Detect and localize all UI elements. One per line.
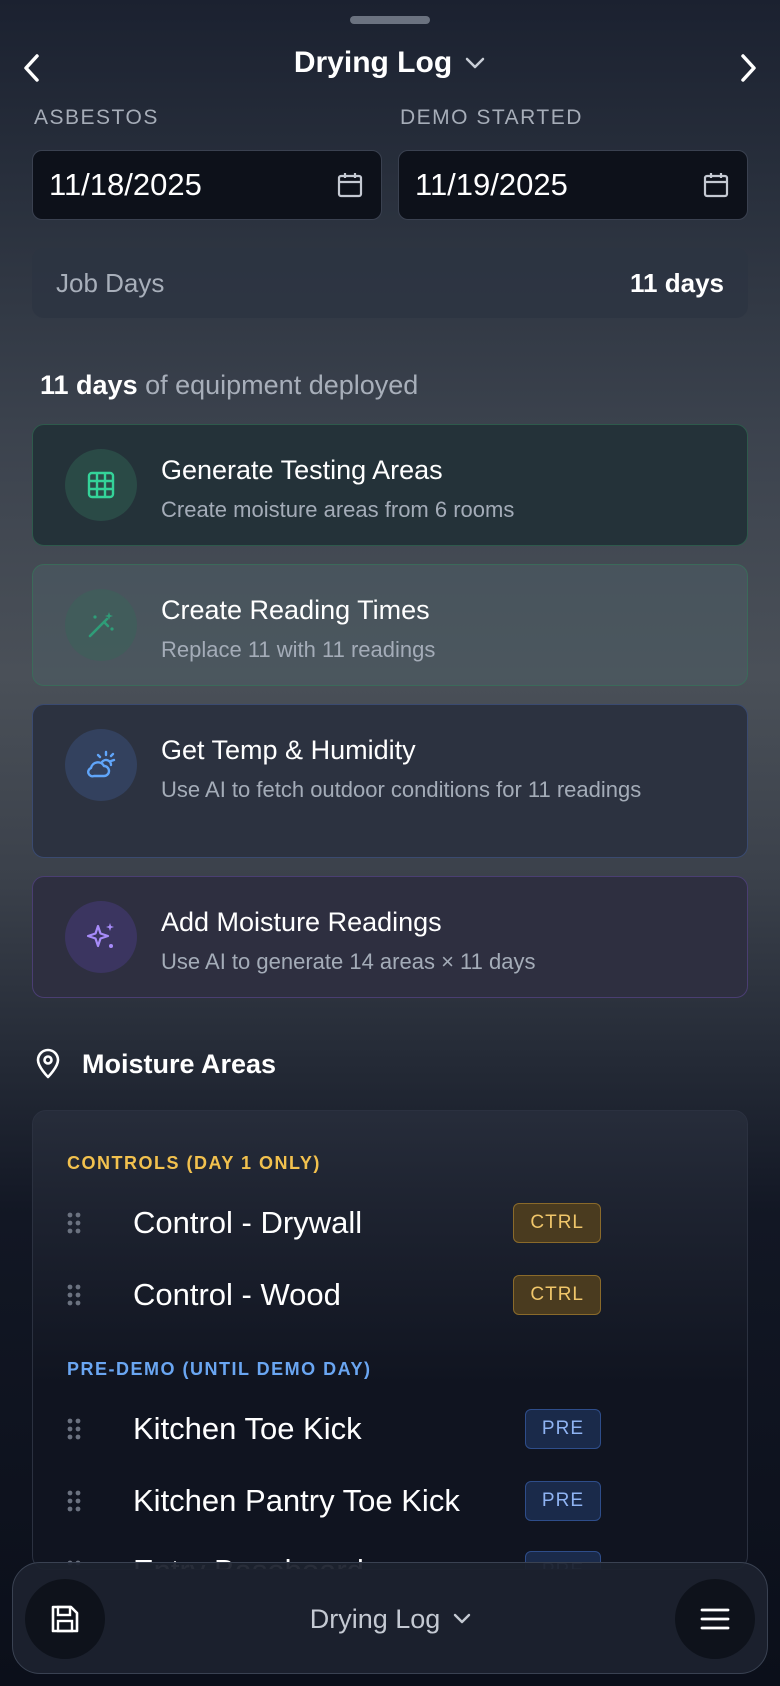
bottom-title: Drying Log	[309, 1603, 441, 1634]
card-subtitle: Use AI to generate 14 areas × 11 days	[161, 949, 536, 974]
equipment-days: 11 days	[40, 370, 138, 400]
pre-badge: PRE	[524, 1409, 601, 1449]
card-title: Generate Testing Areas	[161, 455, 443, 485]
list-item[interactable]: Control - Drywall CTRL	[33, 1193, 747, 1253]
list-item[interactable]: Kitchen Toe Kick PRE	[33, 1399, 747, 1459]
page-title: Drying Log	[293, 46, 453, 79]
sparkles-icon-wrap	[65, 901, 137, 973]
controls-group-label: CONTROLS (DAY 1 ONLY)	[67, 1153, 321, 1173]
ctrl-badge: CTRL	[513, 1203, 601, 1243]
drag-handle-icon[interactable]	[67, 1417, 81, 1441]
sparkles-icon	[86, 923, 114, 948]
pre-badge: PRE	[524, 1481, 601, 1521]
save-button[interactable]	[25, 1579, 105, 1659]
get-temp-humidity-button[interactable]: Get Temp & Humidity Use AI to fetch outd…	[32, 704, 748, 858]
asbestos-label: ASBESTOS	[34, 106, 159, 129]
pre-demo-group-label: PRE-DEMO (UNTIL DEMO DAY)	[67, 1359, 372, 1379]
drag-handle-icon[interactable]	[67, 1211, 81, 1235]
area-name: Control - Drywall	[133, 1205, 363, 1240]
add-moisture-readings-button[interactable]: Add Moisture Readings Use AI to generate…	[32, 876, 748, 998]
generate-testing-areas-button[interactable]: Generate Testing Areas Create moisture a…	[32, 424, 748, 546]
chevron-down-icon	[465, 57, 485, 69]
asbestos-date-input[interactable]: 11/18/2025	[32, 150, 382, 220]
area-name: Kitchen Pantry Toe Kick	[133, 1483, 460, 1518]
save-icon	[51, 1605, 79, 1633]
calendar-icon	[337, 173, 363, 198]
demo-date-value: 11/19/2025	[415, 167, 568, 202]
demo-started-label: DEMO STARTED	[400, 106, 583, 129]
moisture-areas-title: Moisture Areas	[82, 1048, 277, 1079]
demo-date-input[interactable]: 11/19/2025	[398, 150, 748, 220]
moisture-areas-panel: CONTROLS (DAY 1 ONLY) Control - Drywall …	[32, 1110, 748, 1570]
calendar-icon	[703, 173, 729, 198]
grid-icon	[87, 471, 115, 499]
sheet-grabber[interactable]	[350, 16, 430, 24]
card-title: Get Temp & Humidity	[161, 735, 416, 765]
chevron-right-icon	[741, 54, 756, 82]
drag-handle-icon[interactable]	[67, 1489, 81, 1513]
card-subtitle: Replace 11 with 11 readings	[161, 637, 436, 662]
cloud-sun-icon	[87, 750, 116, 778]
grid-icon-wrap	[65, 449, 137, 521]
asbestos-date-value: 11/18/2025	[49, 167, 202, 202]
card-subtitle: Create moisture areas from 6 rooms	[161, 497, 515, 522]
magic-wand-icon	[88, 612, 114, 638]
area-name: Kitchen Toe Kick	[133, 1411, 362, 1446]
equipment-deployed-text: 11 days of equipment deployed	[40, 370, 418, 401]
cloud-sun-icon-wrap	[65, 729, 137, 801]
bottom-title-dropdown[interactable]: Drying Log	[13, 1563, 769, 1675]
create-reading-times-button[interactable]: Create Reading Times Replace 11 with 11 …	[32, 564, 748, 686]
ctrl-badge: CTRL	[513, 1275, 601, 1315]
area-name: Control - Wood	[133, 1277, 341, 1312]
menu-icon	[700, 1608, 730, 1630]
map-pin-icon	[36, 1048, 60, 1079]
moisture-areas-header: Moisture Areas	[34, 1048, 276, 1080]
job-days-value: 11 days	[630, 267, 724, 298]
list-item[interactable]: Kitchen Pantry Toe Kick PRE	[33, 1471, 747, 1531]
bottom-toolbar: Drying Log	[12, 1562, 768, 1674]
card-title: Create Reading Times	[161, 595, 430, 625]
forward-button[interactable]	[726, 46, 770, 90]
job-days-label: Job Days	[56, 267, 165, 298]
job-days-row: Job Days 11 days	[32, 248, 748, 318]
wand-icon-wrap	[65, 589, 137, 661]
equipment-suffix: of equipment deployed	[137, 370, 419, 400]
drag-handle-icon[interactable]	[67, 1283, 81, 1307]
list-item[interactable]: Control - Wood CTRL	[33, 1265, 747, 1325]
title-dropdown[interactable]: Drying Log	[0, 46, 780, 80]
chevron-down-icon	[454, 1613, 471, 1624]
menu-button[interactable]	[675, 1579, 755, 1659]
card-subtitle: Use AI to fetch outdoor conditions for 1…	[161, 777, 642, 802]
card-title: Add Moisture Readings	[161, 907, 442, 937]
